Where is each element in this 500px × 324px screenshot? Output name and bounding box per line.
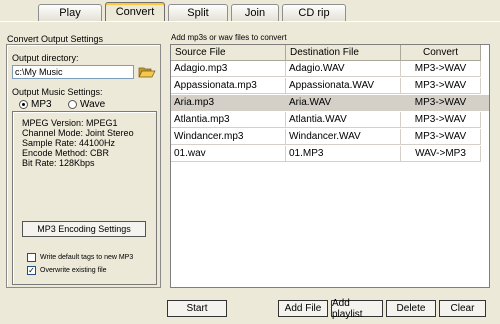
info-encode-method: Encode Method: CBR — [22, 148, 110, 158]
folder-open-icon — [138, 67, 156, 78]
table-row[interactable]: Windancer.mp3 Windancer.WAV MP3->WAV — [171, 129, 489, 145]
browse-folder-button[interactable] — [138, 64, 156, 80]
convert-cell: MP3->WAV — [401, 78, 481, 94]
clear-button[interactable]: Clear — [439, 300, 486, 317]
tab-split[interactable]: Split — [168, 4, 228, 21]
output-music-settings-label: Output Music Settings: — [12, 87, 103, 97]
radio-wave[interactable]: Wave — [68, 99, 105, 110]
delete-button[interactable]: Delete — [386, 300, 436, 317]
source-file-cell: Atlantia.mp3 — [171, 112, 286, 128]
destination-file-cell: Aria.WAV — [286, 95, 401, 111]
file-table[interactable]: Source File Destination File Convert Ada… — [170, 44, 490, 288]
destination-file-cell: Atlantia.WAV — [286, 112, 401, 128]
destination-file-cell: Adagio.WAV — [286, 61, 401, 77]
destination-file-cell: 01.MP3 — [286, 146, 401, 162]
overwrite-label: Overwrite existing file — [40, 267, 107, 274]
source-file-cell: Appassionata.mp3 — [171, 78, 286, 94]
default-tags-checkbox[interactable] — [27, 253, 36, 262]
info-mpeg-version: MPEG Version: MPEG1 — [22, 118, 118, 128]
default-tags-checkbox-row[interactable]: Write default tags to new MP3 — [27, 253, 133, 262]
column-source-file[interactable]: Source File — [171, 45, 286, 61]
table-row[interactable]: Adagio.mp3 Adagio.WAV MP3->WAV — [171, 61, 489, 77]
overwrite-checkbox[interactable]: ✓ — [27, 266, 36, 275]
tab-convert[interactable]: Convert — [105, 2, 165, 21]
output-directory-label: Output directory: — [12, 53, 79, 63]
convert-cell: MP3->WAV — [401, 95, 481, 111]
table-row-selected[interactable]: Aria.mp3 Aria.WAV MP3->WAV — [171, 95, 489, 111]
destination-file-cell: Windancer.WAV — [286, 129, 401, 145]
source-file-cell: Windancer.mp3 — [171, 129, 286, 145]
add-playlist-button[interactable]: Add playlist — [331, 298, 383, 320]
radio-wave-dot[interactable] — [68, 100, 77, 109]
tab-cd-rip[interactable]: CD rip — [282, 4, 346, 21]
radio-mp3-dot[interactable] — [19, 100, 28, 109]
info-channel-mode: Channel Mode: Joint Stereo — [22, 128, 134, 138]
column-convert[interactable]: Convert — [401, 45, 481, 61]
convert-cell: MP3->WAV — [401, 129, 481, 145]
table-header: Source File Destination File Convert — [171, 45, 489, 61]
source-file-cell: 01.wav — [171, 146, 286, 162]
source-file-cell: Aria.mp3 — [171, 95, 286, 111]
convert-cell: MP3->WAV — [401, 112, 481, 128]
table-row[interactable]: Appassionata.mp3 Appassionata.WAV MP3->W… — [171, 78, 489, 94]
table-row[interactable]: Atlantia.mp3 Atlantia.WAV MP3->WAV — [171, 112, 489, 128]
table-row[interactable]: 01.wav 01.MP3 WAV->MP3 — [171, 146, 489, 162]
tab-bar: Play Convert Split Join CD rip — [38, 2, 349, 22]
overwrite-checkbox-row[interactable]: ✓ Overwrite existing file — [27, 266, 107, 275]
default-tags-label: Write default tags to new MP3 — [40, 254, 134, 261]
tab-play[interactable]: Play — [38, 4, 102, 21]
radio-wave-label: Wave — [80, 99, 106, 110]
radio-mp3[interactable]: MP3 — [19, 99, 52, 110]
start-button[interactable]: Start — [167, 300, 227, 317]
mp3-encoding-settings-button[interactable]: MP3 Encoding Settings — [22, 221, 146, 237]
radio-mp3-label: MP3 — [31, 99, 52, 110]
file-list-title: Add mp3s or wav files to convert — [171, 33, 287, 42]
source-file-cell: Adagio.mp3 — [171, 61, 286, 77]
tab-join[interactable]: Join — [231, 4, 279, 21]
info-sample-rate: Sample Rate: 44100Hz — [22, 138, 116, 148]
add-file-button[interactable]: Add File — [278, 300, 328, 317]
convert-output-settings-title: Convert Output Settings — [7, 34, 104, 44]
info-bit-rate: Bit Rate: 128Kbps — [22, 158, 95, 168]
destination-file-cell: Appassionata.WAV — [286, 78, 401, 94]
output-directory-field[interactable]: c:\My Music — [12, 65, 134, 79]
convert-cell: WAV->MP3 — [401, 146, 481, 162]
convert-cell: MP3->WAV — [401, 61, 481, 77]
column-destination-file[interactable]: Destination File — [286, 45, 401, 61]
